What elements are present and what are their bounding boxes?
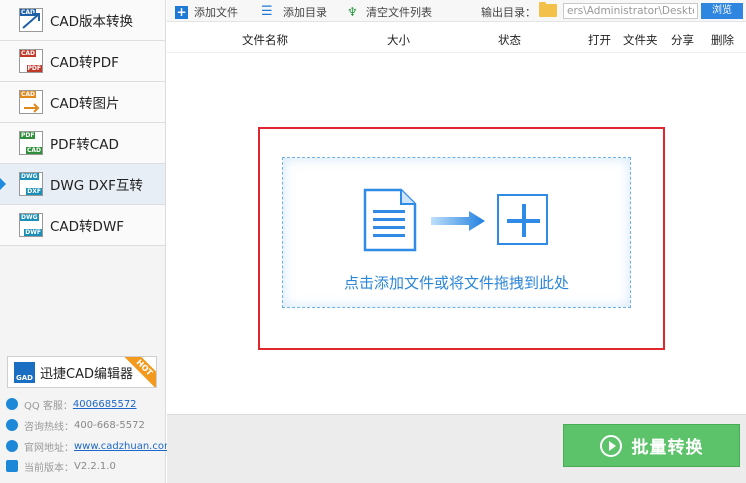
output-path-input[interactable]: [563, 3, 698, 19]
website-row: 官网地址： www.cadzhuan.com: [6, 438, 174, 454]
qq-number-link[interactable]: 4006685572: [73, 399, 137, 410]
sidebar-item-label: CAD转PDF: [50, 55, 119, 71]
hotline-label: 咨询热线：: [24, 421, 74, 433]
sidebar-item-cad-to-image[interactable]: CAD CAD转图片: [0, 82, 165, 123]
cad-to-pdf-icon: CAD PDF: [19, 49, 43, 73]
file-list-header: 文件名称 大小 状态 打开 文件夹 分享 删除: [167, 23, 746, 53]
headset-icon: [6, 419, 18, 431]
pdf-to-cad-icon: PDF CAD: [19, 131, 43, 155]
version-value: V2.2.1.0: [74, 460, 116, 472]
col-share: 分享: [671, 33, 694, 47]
icon-tag2: DWF: [24, 229, 42, 236]
cad-to-image-arrow: [24, 103, 40, 113]
icon-tag2: CAD: [25, 147, 42, 154]
col-file-name: 文件名称: [242, 33, 288, 47]
col-folder: 文件夹: [623, 33, 658, 47]
hotline-row: 咨询热线： 400-668-5572: [6, 417, 145, 433]
add-directory-label: 添加目录: [283, 6, 327, 19]
toolbar: + 添加文件 ☰ 添加目录 ♆ 清空文件列表 输出目录： 浏览: [167, 0, 746, 22]
icon-tag2: DXF: [26, 188, 42, 195]
sidebar-item-label: CAD转DWF: [50, 219, 125, 235]
icon-tag: CAD: [20, 50, 37, 57]
website-link[interactable]: www.cadzhuan.com: [74, 441, 174, 452]
hotline-value: 400-668-5572: [74, 419, 145, 431]
qq-support-row: QQ 客服： 4006685572: [6, 396, 137, 412]
cad-version-icon: CAD: [19, 8, 43, 32]
folder-icon[interactable]: [539, 2, 557, 17]
batch-convert-button[interactable]: 批量转换: [563, 424, 740, 467]
sidebar: CAD CAD版本转换 CAD PDF CAD转PDF CAD CAD转图片 P…: [0, 0, 174, 483]
bottom-bar: 批量转换: [167, 414, 746, 483]
add-file-label: 添加文件: [194, 6, 238, 19]
icon-tag: DWG: [20, 214, 39, 221]
clear-list-button[interactable]: ♆ 清空文件列表: [347, 4, 432, 20]
clear-list-label: 清空文件列表: [366, 6, 432, 19]
cad-editor-button[interactable]: GAD 迅捷CAD编辑器 HOT: [7, 356, 157, 388]
drop-zone[interactable]: 点击添加文件或将文件拖拽到此处: [282, 157, 631, 308]
output-dir-label: 输出目录：: [481, 6, 536, 19]
col-size: 大小: [387, 33, 410, 47]
globe-icon: [6, 440, 18, 452]
sidebar-item-pdf-to-cad[interactable]: PDF CAD PDF转CAD: [0, 123, 165, 164]
batch-convert-label: 批量转换: [631, 438, 704, 458]
version-label: 当前版本：: [24, 462, 74, 474]
add-file-button[interactable]: + 添加文件: [175, 4, 238, 20]
col-status: 状态: [498, 33, 521, 47]
arrow-right-icon: [431, 211, 485, 231]
icon-tag2: PDF: [26, 65, 42, 72]
version-row: 当前版本： V2.2.1.0: [6, 458, 116, 474]
qq-icon: [6, 398, 18, 410]
broom-icon: ♆: [347, 4, 358, 19]
cad-to-dwf-icon: DWG DWF: [19, 213, 43, 237]
sidebar-item-label: CAD转图片: [50, 96, 120, 112]
document-icon: [363, 188, 417, 252]
website-label: 官网地址：: [24, 442, 74, 454]
add-directory-button[interactable]: ☰ 添加目录: [261, 4, 327, 20]
sidebar-item-dwg-dxf[interactable]: DWG DXF DWG DXF互转: [0, 164, 165, 205]
add-plus-icon: [497, 194, 548, 245]
sidebar-item-label: CAD版本转换: [50, 14, 134, 30]
layers-icon: [6, 460, 18, 472]
sidebar-item-cad-to-pdf[interactable]: CAD PDF CAD转PDF: [0, 41, 165, 82]
cad-editor-app-icon: GAD: [14, 361, 35, 383]
browse-button[interactable]: 浏览: [701, 3, 743, 19]
sidebar-item-cad-version[interactable]: CAD CAD版本转换: [0, 0, 165, 41]
sidebar-item-label: PDF转CAD: [50, 137, 119, 153]
dwg-dxf-icon: DWG DXF: [19, 172, 43, 196]
cad-editor-label: 迅捷CAD编辑器: [40, 366, 133, 382]
col-delete: 删除: [711, 33, 734, 47]
plus-icon: +: [175, 4, 188, 19]
play-icon: [599, 434, 622, 457]
qq-label: QQ 客服：: [24, 400, 73, 412]
icon-tag: DWG: [20, 173, 39, 180]
sidebar-item-cad-to-dwf[interactable]: DWG DWF CAD转DWF: [0, 205, 165, 246]
col-open: 打开: [588, 33, 611, 47]
list-icon: ☰: [261, 4, 273, 19]
cad-version-arrow: [22, 13, 40, 29]
cad-to-image-icon: CAD: [19, 90, 43, 114]
drop-hint-text: 点击添加文件或将文件拖拽到此处: [343, 274, 569, 292]
sidebar-item-label: DWG DXF互转: [50, 178, 143, 194]
icon-tag: PDF: [20, 132, 36, 139]
